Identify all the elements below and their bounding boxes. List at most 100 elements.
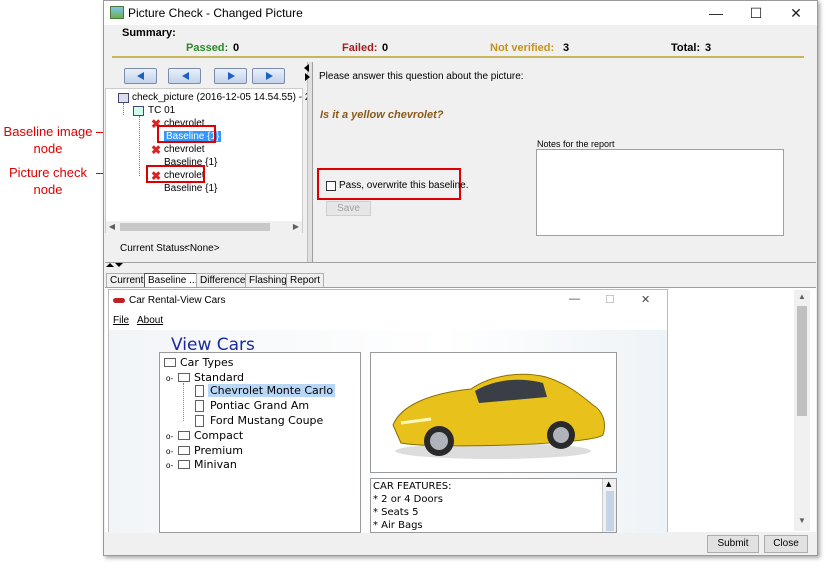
tab-report[interactable]: Report [286,273,325,287]
car-app-title: Car Rental-View Cars [129,295,226,306]
car-app-minimize: — [569,293,580,305]
next-icon [228,72,235,80]
tree-node-baseline[interactable]: Baseline {1} [164,183,217,194]
previous-button[interactable] [168,68,201,84]
status-label: Current Status: [120,243,188,254]
status-value: <None> [184,243,220,254]
root-icon [118,93,129,103]
car-tree-panel: Car Types o- Standard Chevrolet Monte Ca… [159,352,361,533]
submit-button[interactable]: Submit [707,535,759,553]
file-icon [195,400,204,412]
file-icon [195,415,204,427]
car-tree-standard: Standard [194,371,245,384]
passed-value: 0 [233,42,240,54]
highlight-baseline-node [157,125,216,143]
previous-icon [182,72,189,80]
scroll-thumb[interactable] [120,223,270,231]
car-image-panel [370,352,617,473]
collapse-right-icon[interactable] [305,73,310,81]
result-tree[interactable]: check_picture (2016-12-05 14.54.55) - 28… [105,88,322,233]
summary-divider [112,56,804,58]
passed-label: Passed: [186,42,229,54]
car-features-panel: CAR FEATURES: * 2 or 4 Doors * Seats 5 *… [370,478,617,533]
notes-textarea[interactable] [536,149,784,236]
feature-line: CAR FEATURES: [373,481,452,492]
tab-current[interactable]: Current [106,273,148,287]
not-verified-label: Not verified: [490,42,555,54]
picture-check-window: Picture Check - Changed Picture — ☐ ✕ Su… [103,0,818,556]
tc-icon [133,106,144,116]
summary-title: Summary: [122,27,176,39]
folder-icon [164,358,176,367]
folder-icon [178,373,190,382]
collapse-left-icon[interactable] [304,64,309,72]
car-app-menu-about: About [137,315,164,326]
car-app-menu-file: File [113,315,130,326]
tree-node-chevrolet[interactable]: chevrolet [164,144,205,155]
tree-guide [123,103,124,115]
features-scrollbar: ▲ [602,479,616,532]
car-item: Ford Mustang Coupe [210,414,324,427]
expand-icon: o- [166,374,174,383]
question-text: Is it a yellow chevrolet? [320,109,444,121]
content-v-scrollbar[interactable]: ▲ ▼ [794,290,810,531]
callout-baseline-image: Baseline image node [0,123,96,157]
pass-checkbox[interactable] [326,181,336,191]
first-button[interactable] [124,68,157,84]
title-bar: Picture Check - Changed Picture — ☐ ✕ [104,1,817,25]
tab-flashing[interactable]: Flashing [245,273,291,287]
callout-line-1: Baseline image [3,124,93,139]
car-image [392,373,606,459]
close-window-button[interactable]: ✕ [782,3,810,23]
feature-line: * 2 or 4 Doors [373,494,443,505]
pass-checkbox-label[interactable]: Pass, overwrite this baseline. [339,180,469,191]
scroll-down-arrow[interactable]: ▼ [796,516,808,525]
total-label: Total: [671,42,701,54]
next-button[interactable] [214,68,247,84]
callout-line-2: node [33,141,63,156]
horizontal-splitter[interactable] [105,262,816,269]
callout-picture-check: Picture check node [0,164,96,198]
last-icon [266,72,273,80]
question-prompt: Please answer this question about the pi… [319,71,524,82]
scroll-right-arrow[interactable]: ▶ [290,222,302,231]
file-icon [195,385,204,397]
tree-guide [139,116,140,176]
expand-icon: o- [166,447,174,456]
feature-line: * Seats 5 [373,507,419,518]
close-button[interactable]: Close [764,535,808,553]
callout-line-2: node [33,182,63,197]
car-item: Chevrolet Monte Carlo [208,384,336,397]
expand-down-icon[interactable] [115,263,123,267]
window-title: Picture Check - Changed Picture [128,6,303,20]
save-button[interactable]: Save [326,201,371,216]
minimize-button[interactable]: — [702,3,730,23]
scroll-thumb [606,491,614,531]
maximize-button[interactable]: ☐ [742,3,770,23]
tree-root[interactable]: check_picture (2016-12-05 14.54.55) - 28… [132,92,322,103]
expand-up-icon[interactable] [106,263,114,267]
feature-line: * Air Bags [373,520,423,531]
tab-baseline[interactable]: Baseline ... [144,273,202,287]
tab-difference[interactable]: Difference [196,273,250,287]
tree-guide [183,383,184,421]
scroll-left-arrow[interactable]: ◀ [106,222,118,231]
car-app-titlebar: Car Rental-View Cars — ☐ ✕ [109,290,667,312]
highlight-check-node [146,165,205,183]
car-app-icon [113,298,125,303]
total-value: 3 [705,42,712,54]
folder-icon [178,431,190,440]
folder-icon [178,446,190,455]
app-icon [110,6,124,19]
expand-icon: o- [166,461,174,470]
failed-icon: ✖ [151,143,162,157]
last-button[interactable] [252,68,285,84]
tree-tc[interactable]: TC 01 [148,105,175,116]
car-tree-category: Compact [194,429,244,442]
car-app-maximize: ☐ [605,294,615,306]
tree-h-scrollbar[interactable]: ◀ ▶ [106,221,302,233]
embedded-screenshot: Car Rental-View Cars — ☐ ✕ File About Vi… [108,289,668,533]
scroll-up-arrow[interactable]: ▲ [796,292,808,301]
car-item: Pontiac Grand Am [210,399,310,412]
scroll-thumb[interactable] [797,306,807,416]
